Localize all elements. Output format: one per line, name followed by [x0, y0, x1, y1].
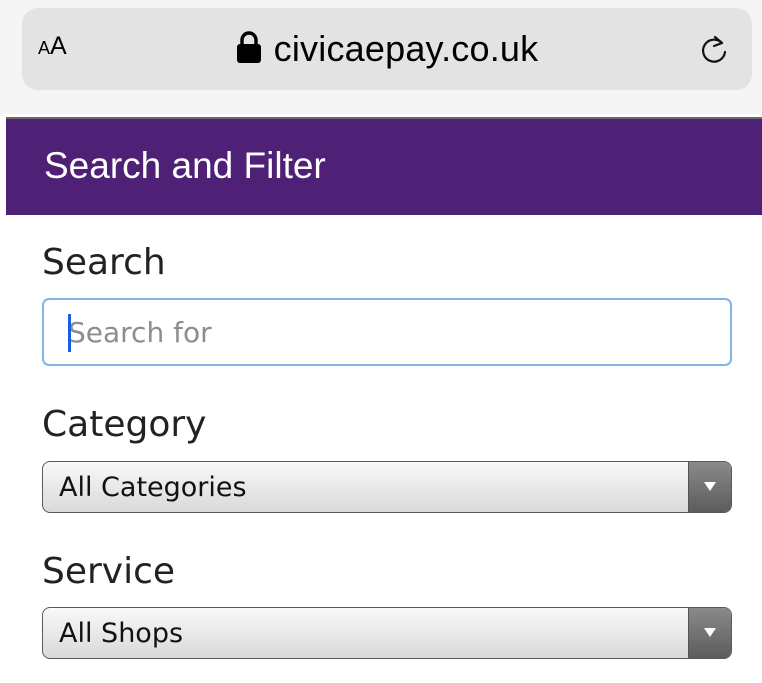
service-select[interactable]: All Shops: [42, 607, 732, 659]
search-label: Search: [42, 242, 166, 283]
chevron-down-icon: [688, 462, 731, 512]
category-selected-value: All Categories: [59, 472, 247, 503]
service-selected-value: All Shops: [59, 618, 184, 649]
text-caret: [68, 314, 71, 352]
address-bar[interactable]: AA civicaepay.co.uk: [22, 8, 752, 90]
lock-icon: [236, 31, 261, 63]
category-select[interactable]: All Categories: [42, 461, 732, 513]
text-size-small-label: A: [38, 38, 51, 58]
panel-title: Search and Filter: [44, 145, 326, 186]
address-center: civicaepay.co.uk: [22, 8, 752, 90]
panel-header: Search and Filter: [6, 117, 762, 215]
category-label: Category: [42, 404, 207, 445]
search-input[interactable]: [42, 298, 732, 366]
browser-toolbar: AA civicaepay.co.uk: [0, 0, 762, 114]
text-size-large-label: A: [50, 32, 67, 60]
chevron-down-icon: [688, 608, 731, 658]
reload-icon[interactable]: [700, 34, 730, 66]
service-label: Service: [42, 551, 176, 592]
url-text: civicaepay.co.uk: [273, 28, 539, 69]
text-size-button[interactable]: AA: [38, 32, 67, 66]
